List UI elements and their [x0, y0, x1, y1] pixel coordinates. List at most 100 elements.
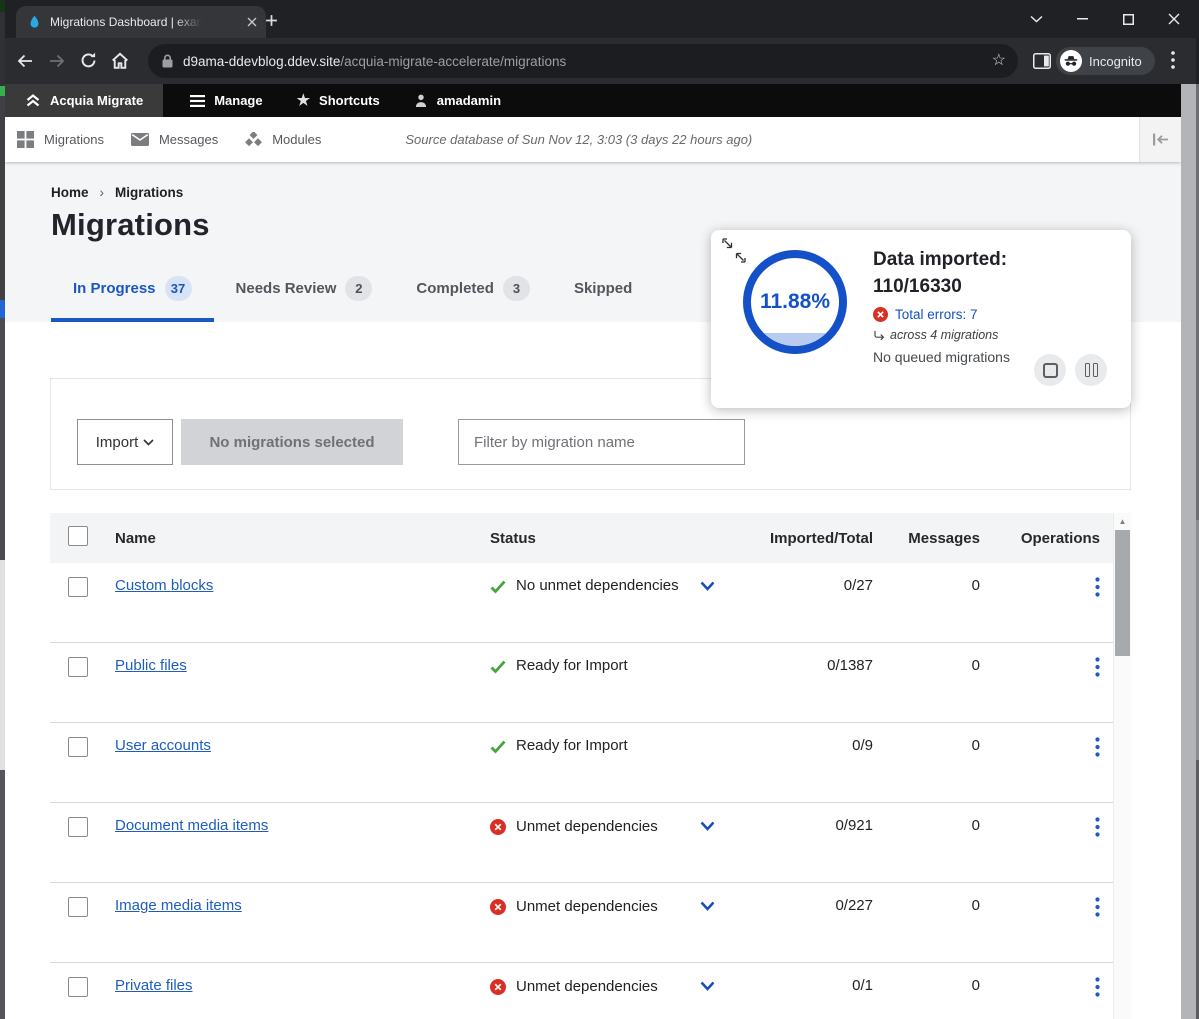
breadcrumb-separator: › [100, 185, 105, 200]
toolbar-collapse-button[interactable] [1139, 117, 1181, 162]
toolbar-item-manage[interactable]: Manage [173, 84, 279, 117]
tab-completed[interactable]: Completed3 [394, 261, 552, 322]
data-imported-label: Data imported: [873, 246, 1118, 273]
row-operations-kebab-icon[interactable] [1095, 977, 1100, 997]
row-checkbox[interactable] [68, 577, 88, 597]
toolbar-item-acquia-migrate[interactable]: Acquia Migrate [5, 84, 163, 117]
table-row: Private filesUnmet dependencies0/10 [50, 963, 1114, 1019]
row-operations-kebab-icon[interactable] [1095, 737, 1100, 757]
table-row: Custom blocksNo unmet dependencies0/270 [50, 563, 1114, 643]
tab-in-progress[interactable]: In Progress37 [51, 261, 214, 322]
scrollbar-up-arrow-icon[interactable]: ▲ [1114, 513, 1131, 530]
back-icon[interactable] [16, 52, 34, 70]
browser-page-scrollbar[interactable] [1181, 84, 1196, 1019]
row-operations-kebab-icon[interactable] [1095, 577, 1100, 597]
row-checkbox[interactable] [68, 737, 88, 757]
drupal-favicon-icon [27, 15, 42, 30]
background-left-sliver [0, 0, 5, 1019]
new-tab-button[interactable] [260, 9, 282, 31]
table-scrollbar[interactable]: ▲ [1113, 513, 1131, 1019]
import-dropdown-button[interactable]: Import [77, 419, 173, 465]
tab-skipped[interactable]: Skipped [552, 261, 654, 322]
migration-name-link[interactable]: Image media items [115, 897, 242, 914]
tab-label: In Progress [73, 280, 156, 297]
secondary-toolbar: Migrations Messages Modules Source datab… [5, 117, 1181, 162]
migration-name-link[interactable]: User accounts [115, 737, 211, 754]
migration-filter-input[interactable] [458, 419, 745, 465]
tab-label: Skipped [574, 280, 632, 297]
pause-import-button[interactable] [1075, 354, 1107, 386]
header-status[interactable]: Status [460, 530, 723, 547]
window-menu-chevron-icon[interactable] [1013, 0, 1059, 38]
row-checkbox[interactable] [68, 977, 88, 997]
status-expand-chevron-icon[interactable] [700, 821, 715, 831]
migration-name-link[interactable]: Public files [115, 657, 187, 674]
status-text: No unmet dependencies [516, 577, 679, 594]
resize-se-arrow-icon[interactable] [721, 237, 734, 250]
messages-count: 0 [873, 897, 980, 914]
url-path: /acquia-migrate-accelerate/migrations [340, 54, 566, 69]
tab-count-badge: 2 [345, 276, 372, 301]
total-errors-link[interactable]: Total errors: 7 [895, 307, 978, 322]
browser-menu-kebab-icon[interactable] [1171, 51, 1175, 69]
forward-icon[interactable] [48, 52, 66, 70]
row-checkbox[interactable] [68, 817, 88, 837]
address-bar[interactable]: d9ama-ddevblog.ddev.site/acquia-migrate-… [148, 44, 1018, 78]
modules-icon [245, 132, 262, 148]
resize-nw-arrow-icon[interactable] [734, 251, 747, 264]
browser-tab[interactable]: Migrations Dashboard | example [16, 6, 266, 38]
window-controls [1013, 0, 1197, 38]
nav-item-modules[interactable]: Modules [245, 132, 321, 148]
status-error-icon [490, 977, 506, 995]
nav-item-label: Messages [159, 132, 218, 147]
user-icon [414, 93, 428, 108]
table-row: User accountsReady for Import0/90 [50, 723, 1114, 803]
window-maximize-icon[interactable] [1105, 0, 1151, 38]
migration-name-link[interactable]: Private files [115, 977, 193, 994]
migration-name-link[interactable]: Document media items [115, 817, 268, 834]
migration-tabs: In Progress37 Needs Review 2 Completed3 Skip… [51, 261, 654, 322]
star-icon: ★ [297, 93, 310, 108]
status-expand-chevron-icon[interactable] [700, 581, 715, 591]
header-imported-total[interactable]: Imported/Total [723, 530, 873, 547]
row-operations-kebab-icon[interactable] [1095, 897, 1100, 917]
toolbar-item-user[interactable]: amadamin [397, 84, 518, 117]
toolbar-item-shortcuts[interactable]: ★ Shortcuts [280, 84, 397, 117]
row-checkbox[interactable] [68, 897, 88, 917]
reload-icon[interactable] [80, 52, 97, 69]
migration-name-link[interactable]: Custom blocks [115, 577, 213, 594]
nav-item-messages[interactable]: Messages [131, 132, 218, 147]
table-scrollbar-thumb[interactable] [1115, 530, 1130, 656]
stop-import-button[interactable] [1034, 354, 1066, 386]
status-text: Unmet dependencies [516, 818, 658, 835]
across-migrations-note: across 4 migrations [890, 328, 998, 342]
header-operations: Operations [980, 530, 1114, 547]
breadcrumb-home-link[interactable]: Home [51, 185, 89, 200]
breadcrumb: Home › Migrations [51, 185, 183, 200]
row-operations-kebab-icon[interactable] [1095, 817, 1100, 837]
window-minimize-icon[interactable] [1059, 0, 1105, 38]
bookmark-star-icon[interactable]: ☆ [992, 53, 1006, 69]
nav-item-label: Migrations [44, 132, 104, 147]
progress-ring: 11.88% [743, 250, 847, 354]
tab-close-icon[interactable] [247, 17, 257, 27]
header-name[interactable]: Name [94, 530, 460, 547]
row-operations-kebab-icon[interactable] [1095, 657, 1100, 677]
status-expand-chevron-icon[interactable] [700, 901, 715, 911]
table-row: Image media itemsUnmet dependencies0/227… [50, 883, 1114, 963]
imported-total-value: 0/227 [723, 897, 873, 914]
incognito-badge[interactable]: Incognito [1056, 47, 1155, 75]
migrations-table: Name Status Imported/Total Messages Oper… [50, 513, 1131, 1019]
status-expand-chevron-icon[interactable] [700, 981, 715, 991]
home-icon[interactable] [111, 52, 129, 69]
toolbar-item-label: Acquia Migrate [50, 93, 143, 108]
window-close-icon[interactable] [1151, 0, 1197, 38]
side-panel-icon[interactable] [1033, 53, 1051, 69]
tab-needs-review[interactable]: Needs Review 2 [214, 261, 395, 322]
tab-label: Needs Review [236, 280, 337, 297]
select-all-checkbox[interactable] [68, 526, 88, 546]
header-messages[interactable]: Messages [873, 530, 980, 547]
nav-item-migrations[interactable]: Migrations [17, 131, 104, 148]
row-checkbox[interactable] [68, 657, 88, 677]
browser-titlebar: Migrations Dashboard | example [0, 0, 1199, 38]
